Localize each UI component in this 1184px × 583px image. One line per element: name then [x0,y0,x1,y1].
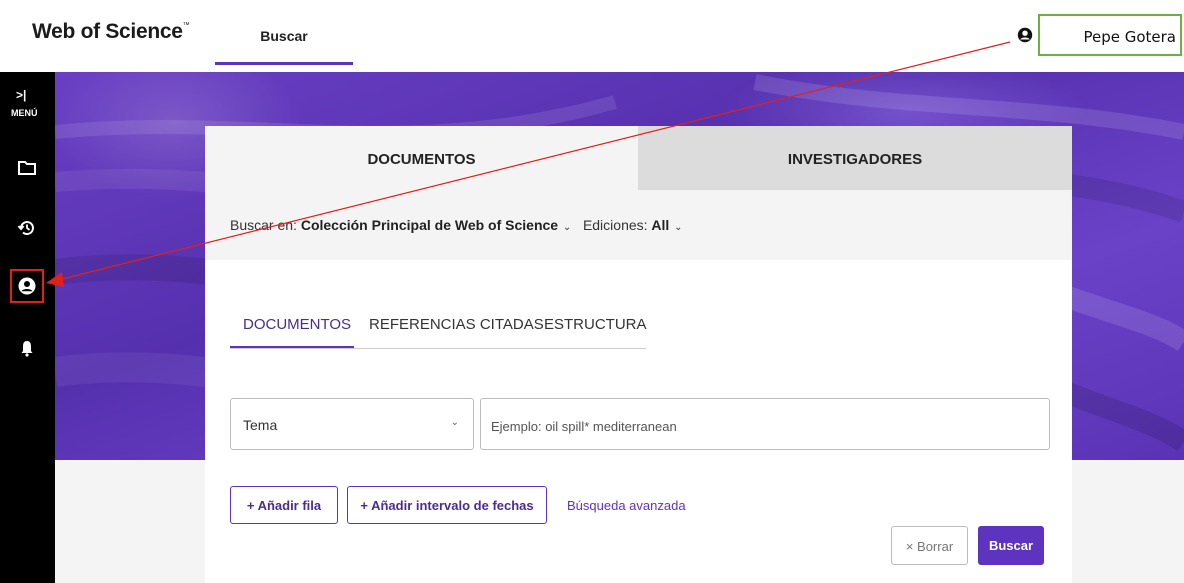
chevron-down-icon: ⌄ [450,417,459,428]
search-field-select[interactable]: Tema ⌄ [230,398,474,450]
editions-label: Ediciones: [582,217,648,233]
bell-icon[interactable] [17,338,37,358]
top-header: Web of Science™ Buscar Pepe Gotera [0,0,1184,70]
web-of-science-logo[interactable]: Web of Science™ [32,20,190,44]
tab-investigadores[interactable]: INVESTIGADORES [638,126,1072,190]
search-input-placeholder: Ejemplo: oil spill* mediterranean [491,419,677,434]
subtab-estructura[interactable]: ESTRUCTURA [544,316,647,333]
add-row-button[interactable]: + Añadir fila [230,486,338,524]
search-button[interactable]: Buscar [978,526,1044,565]
history-icon[interactable] [17,218,37,238]
search-subtabs: DOCUMENTOS REFERENCIAS CITADAS ESTRUCTUR… [230,312,647,349]
tab-documentos-label: DOCUMENTOS [367,151,476,168]
username-text: Pepe Gotera [1083,28,1176,46]
subtab-active-indicator [230,346,354,348]
tab-investigadores-label: INVESTIGADORES [787,151,923,168]
search-input[interactable]: Ejemplo: oil spill* mediterranean [480,398,1050,450]
tab-documentos[interactable]: DOCUMENTOS [205,126,638,190]
logo-trademark: ™ [182,22,190,29]
nav-tab-search[interactable]: Buscar [215,0,353,65]
search-field-value: Tema [243,417,278,433]
user-profile-icon[interactable] [17,276,37,296]
logo-text: Web of Science [32,20,183,43]
user-account-icon[interactable] [1016,26,1034,44]
left-sidebar: >| MENÚ [0,72,55,583]
advanced-search-link[interactable]: Búsqueda avanzada [567,498,686,513]
expand-menu-icon: >| [16,88,27,102]
search-type-tabs: DOCUMENTOS INVESTIGADORES [205,126,1072,190]
clear-button[interactable]: × Borrar [891,526,968,565]
search-in-label: Buscar en: [230,217,297,233]
collection-dropdown[interactable]: Colección Principal de Web of Science [301,217,558,233]
subtab-documentos[interactable]: DOCUMENTOS [243,316,351,333]
nav-tab-search-label: Buscar [260,28,308,44]
editions-chevron-down-icon[interactable]: ⌄ [671,222,682,233]
subtab-referencias-citadas[interactable]: REFERENCIAS CITADAS [369,316,544,333]
menu-label: MENÚ [11,108,38,118]
username-annotation-box[interactable]: Pepe Gotera [1038,14,1182,56]
folder-icon[interactable] [17,158,37,178]
search-in-row: Buscar en: Colección Principal de Web of… [230,217,682,233]
collection-chevron-down-icon[interactable]: ⌄ [560,222,571,233]
search-card: DOCUMENTOS INVESTIGADORES Buscar en: Col… [205,126,1072,583]
search-in-bar: Buscar en: Colección Principal de Web of… [205,190,1072,260]
editions-dropdown[interactable]: All [651,217,669,233]
add-date-range-button[interactable]: + Añadir intervalo de fechas [347,486,547,524]
